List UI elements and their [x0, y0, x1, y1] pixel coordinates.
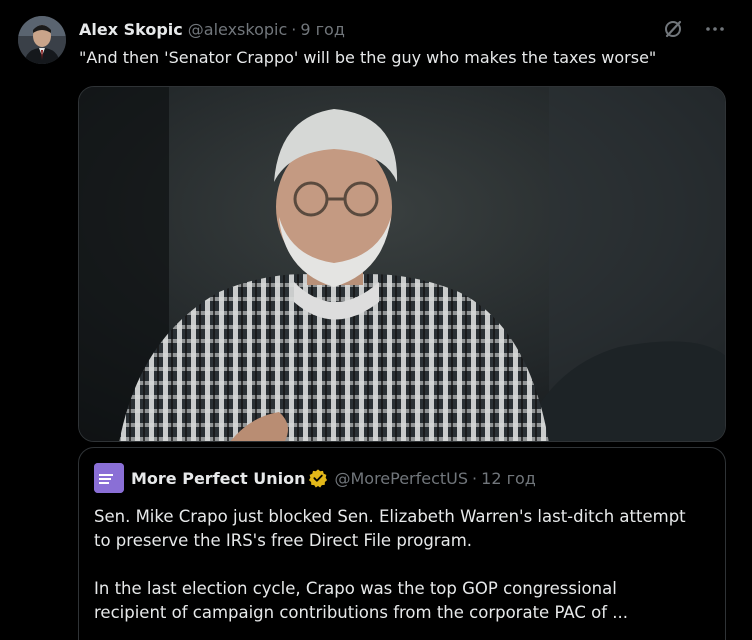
tweet-actions	[662, 18, 726, 40]
author-display-name[interactable]: Alex Skopic	[79, 20, 183, 39]
quote-avatar[interactable]	[94, 463, 124, 493]
tweet-header: Alex Skopic @alexskopic · 9 год	[79, 20, 345, 42]
quoted-tweet[interactable]: More Perfect Union @MorePerfectUS · 12 г…	[78, 447, 726, 640]
quote-text-line: to preserve the IRS's free Direct File p…	[94, 531, 473, 550]
quote-avatar-logo	[94, 463, 124, 493]
quote-text-line: In the last election cycle, Crapo was th…	[94, 579, 617, 598]
tweet[interactable]: Alex Skopic @alexskopic · 9 год "And the…	[0, 0, 752, 640]
author-handle[interactable]: @alexskopic	[188, 20, 288, 39]
quote-timestamp[interactable]: 12 год	[481, 469, 536, 488]
tweet-media-image[interactable]	[78, 86, 726, 442]
quote-separator: ·	[472, 468, 478, 488]
quote-handle[interactable]: @MorePerfectUS	[334, 469, 468, 488]
tweet-text: "And then 'Senator Crappo' will be the g…	[79, 48, 657, 67]
quote-text-line: recipient of campaign contributions from…	[94, 603, 628, 622]
media-photo	[79, 87, 725, 441]
avatar[interactable]	[18, 16, 66, 64]
quote-display-name[interactable]: More Perfect Union	[131, 469, 305, 488]
verified-gold-badge-icon	[308, 468, 328, 488]
grok-slash-circle-icon[interactable]	[662, 18, 684, 40]
quote-header: More Perfect Union @MorePerfectUS · 12 г…	[94, 463, 536, 493]
more-horizontal-icon[interactable]	[704, 18, 726, 40]
quote-text: Sen. Mike Crapo just blocked Sen. Elizab…	[94, 505, 714, 625]
header-separator: ·	[291, 20, 297, 39]
quote-text-line: Sen. Mike Crapo just blocked Sen. Elizab…	[94, 507, 686, 526]
tweet-timestamp[interactable]: 9 год	[300, 20, 345, 39]
avatar-image	[18, 16, 66, 64]
